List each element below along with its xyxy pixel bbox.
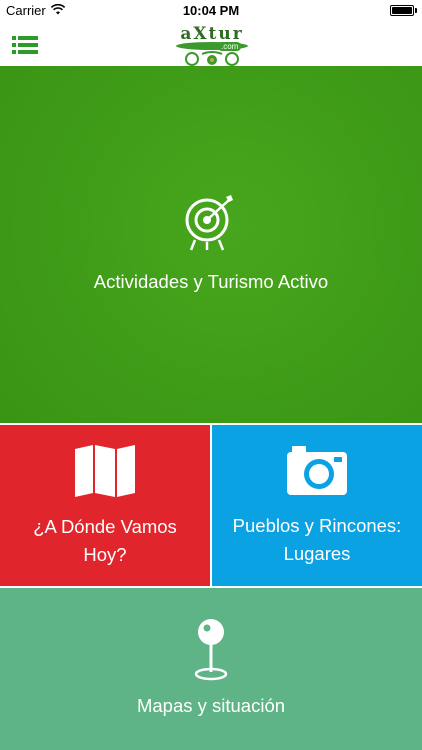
tile-donde-vamos[interactable]: ¿A Dónde Vamos Hoy?	[0, 425, 210, 586]
logo-domain: .com	[218, 42, 242, 51]
tile-actividades-label: Actividades y Turismo Activo	[93, 270, 329, 292]
tile-mapas[interactable]: Mapas y situación	[0, 588, 422, 750]
axtur-logo[interactable]: aXtur .com	[166, 24, 258, 66]
map-pin-icon	[193, 618, 229, 682]
battery-icon	[390, 5, 414, 16]
target-icon	[183, 194, 239, 254]
clock: 10:04 PM	[182, 3, 240, 18]
folded-map-icon	[73, 443, 137, 499]
tile-actividades[interactable]: Actividades y Turismo Activo	[0, 66, 422, 423]
battery-tip	[415, 8, 417, 13]
tile-pueblos-label: Pueblos y Rincones: Lugares	[232, 514, 402, 564]
nav-bar: aXtur .com	[0, 22, 422, 66]
tile-pueblos-rincones[interactable]: Pueblos y Rincones: Lugares	[212, 425, 422, 586]
tile-donde-vamos-label: ¿A Dónde Vamos Hoy?	[33, 515, 177, 565]
tile-mapas-label: Mapas y situación	[136, 695, 286, 716]
logo-text: aXtur	[180, 24, 244, 44]
status-bar: Carrier 10:04 PM	[0, 0, 422, 22]
camera-icon	[286, 444, 348, 496]
list-menu-icon[interactable]	[12, 34, 38, 54]
